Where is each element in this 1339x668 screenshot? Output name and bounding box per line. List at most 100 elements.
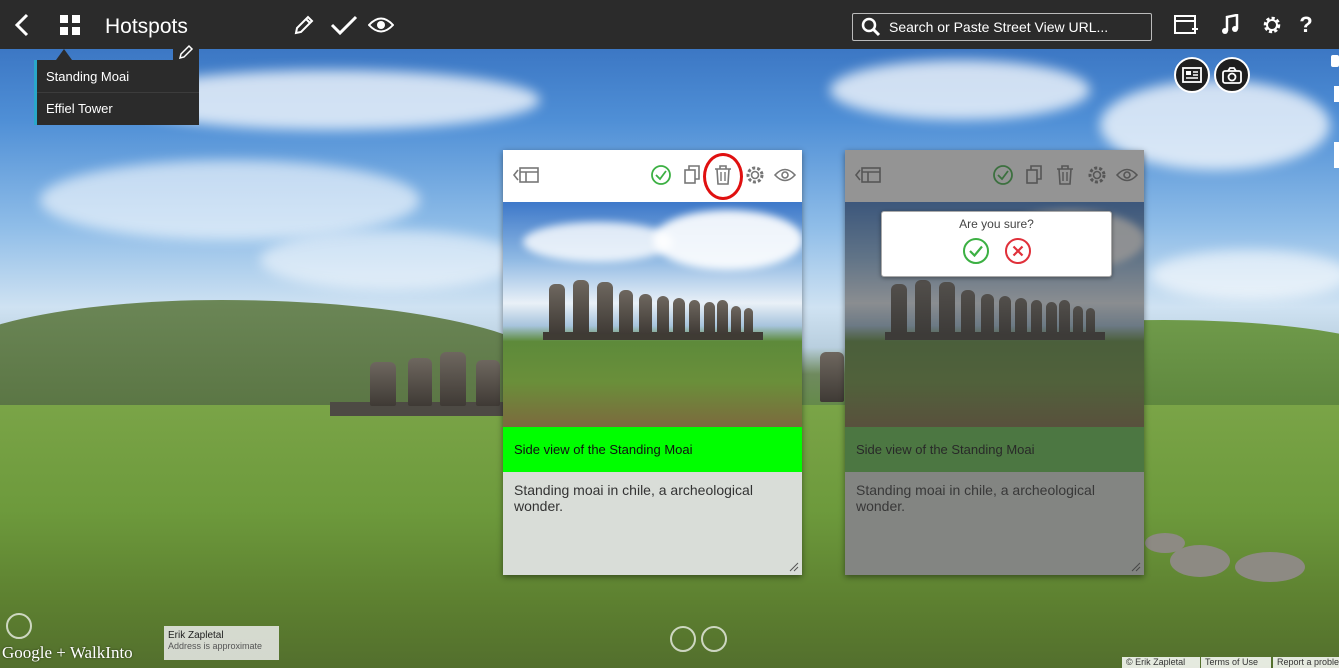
card-preview-button[interactable] — [1115, 163, 1139, 187]
moai-statue — [961, 290, 975, 334]
rock — [1145, 533, 1185, 553]
card-preview-button[interactable] — [773, 163, 797, 187]
grid-icon — [60, 14, 80, 35]
back-button[interactable] — [8, 0, 36, 49]
card-confirm-button[interactable] — [649, 163, 673, 187]
cloud — [40, 160, 420, 240]
check-circle-icon — [651, 165, 671, 185]
eye-icon — [1116, 168, 1138, 182]
collapse-card-button[interactable] — [853, 163, 883, 187]
moai-statue — [370, 362, 396, 406]
card-settings-button[interactable] — [1085, 163, 1109, 187]
delete-card-button[interactable] — [1053, 163, 1077, 187]
cloud — [830, 60, 1090, 120]
moai-statue — [408, 358, 432, 406]
pegman-icon[interactable] — [6, 613, 32, 639]
music-button[interactable] — [1216, 0, 1244, 49]
cloud — [653, 210, 802, 270]
confirm-question: Are you sure? — [959, 217, 1034, 231]
preview-button[interactable] — [366, 0, 396, 49]
trash-icon — [1057, 165, 1073, 185]
side-control-button[interactable] — [1334, 86, 1339, 102]
card-description-text: Standing moai in chile, a archeological … — [514, 482, 753, 514]
nav-arrow-icon[interactable] — [701, 626, 727, 652]
card-description-text: Standing moai in chile, a archeological … — [856, 482, 1095, 514]
card-toolbar — [845, 150, 1144, 202]
search-placeholder: Search or Paste Street View URL... — [889, 19, 1109, 35]
hotspot-list: Standing Moai Effiel Tower — [34, 60, 199, 125]
moai-statue — [573, 280, 589, 334]
moai-statue — [999, 296, 1011, 334]
moai-statue — [820, 352, 844, 402]
add-scene-button[interactable] — [1172, 0, 1200, 49]
moai-statue — [704, 302, 715, 334]
moai-statue — [619, 290, 633, 334]
credit-author: Erik Zapletal — [168, 630, 224, 641]
duplicate-card-button[interactable] — [680, 163, 704, 187]
moai-statue — [440, 352, 466, 406]
duplicate-card-button[interactable] — [1022, 163, 1046, 187]
moai-statue — [597, 282, 613, 334]
eye-icon — [774, 168, 796, 182]
moai-statue — [639, 294, 652, 334]
collapse-card-button[interactable] — [511, 163, 541, 187]
checkmark-icon — [330, 15, 358, 35]
copy-icon — [1026, 165, 1042, 184]
gear-icon — [1088, 166, 1106, 184]
moai-statue — [1046, 302, 1057, 334]
news-card-icon — [1182, 67, 1202, 83]
moai-statue — [657, 296, 669, 334]
copy-icon — [684, 165, 700, 184]
card-description[interactable]: Standing moai in chile, a archeological … — [503, 472, 802, 575]
side-control-button[interactable] — [1331, 55, 1339, 67]
moai-statue — [689, 300, 700, 334]
top-toolbar: Hotspots Search or Paste Street View URL… — [0, 0, 1339, 49]
report-problem-link[interactable]: Report a problem — [1273, 657, 1339, 668]
hotspot-photo — [503, 202, 802, 427]
check-circle-icon — [993, 165, 1013, 185]
chevron-left-icon — [14, 13, 29, 36]
confirm-no-button[interactable] — [1004, 237, 1032, 265]
dropdown-pointer — [56, 49, 72, 60]
close-circle-icon — [1004, 238, 1031, 264]
card-settings-button[interactable] — [743, 163, 767, 187]
moai-statue — [981, 294, 994, 334]
hotspot-list-item[interactable]: Standing Moai — [37, 60, 199, 92]
hotspot-list-item[interactable]: Effiel Tower — [37, 92, 199, 124]
eye-icon — [368, 17, 394, 32]
card-description: Standing moai in chile, a archeological … — [845, 472, 1144, 575]
moai-statue — [731, 306, 741, 334]
accept-button[interactable] — [328, 0, 360, 49]
google-walkinto-logo: Google + WalkInto — [2, 643, 133, 662]
music-note-icon — [1222, 13, 1239, 34]
snapshot-button[interactable] — [1214, 57, 1250, 93]
moai-statue — [891, 284, 907, 334]
side-control-button[interactable] — [1334, 142, 1339, 168]
hotspots-grid-button[interactable] — [56, 0, 84, 49]
pencil-icon — [178, 44, 194, 60]
card-confirm-button[interactable] — [991, 163, 1015, 187]
page-title: Hotspots — [105, 15, 188, 38]
cloud — [523, 222, 673, 262]
moai-statue — [1015, 298, 1027, 334]
edit-button[interactable] — [290, 0, 318, 49]
settings-button[interactable] — [1258, 0, 1286, 49]
pencil-icon — [294, 15, 314, 34]
confirm-yes-button[interactable] — [962, 237, 990, 265]
moai-statue — [717, 300, 728, 334]
card-caption[interactable]: Side view of the Standing Moai — [503, 427, 802, 472]
help-button[interactable]: ? — [1294, 0, 1318, 49]
terms-link[interactable]: Terms of Use — [1201, 657, 1271, 668]
moai-statue — [476, 360, 500, 406]
panel-left-icon — [512, 167, 539, 183]
camera-icon — [1222, 66, 1242, 84]
search-input[interactable]: Search or Paste Street View URL... — [852, 13, 1152, 41]
panel-left-icon — [854, 167, 881, 183]
moai-statue — [939, 282, 955, 334]
hotspot-card-confirming: Side view of the Standing Moai Standing … — [845, 150, 1144, 575]
moai-statue — [915, 280, 931, 334]
info-card-button[interactable] — [1174, 57, 1210, 93]
nav-arrow-icon[interactable] — [670, 626, 696, 652]
moai-statue — [1031, 300, 1042, 334]
resize-handle-icon[interactable] — [789, 562, 799, 572]
